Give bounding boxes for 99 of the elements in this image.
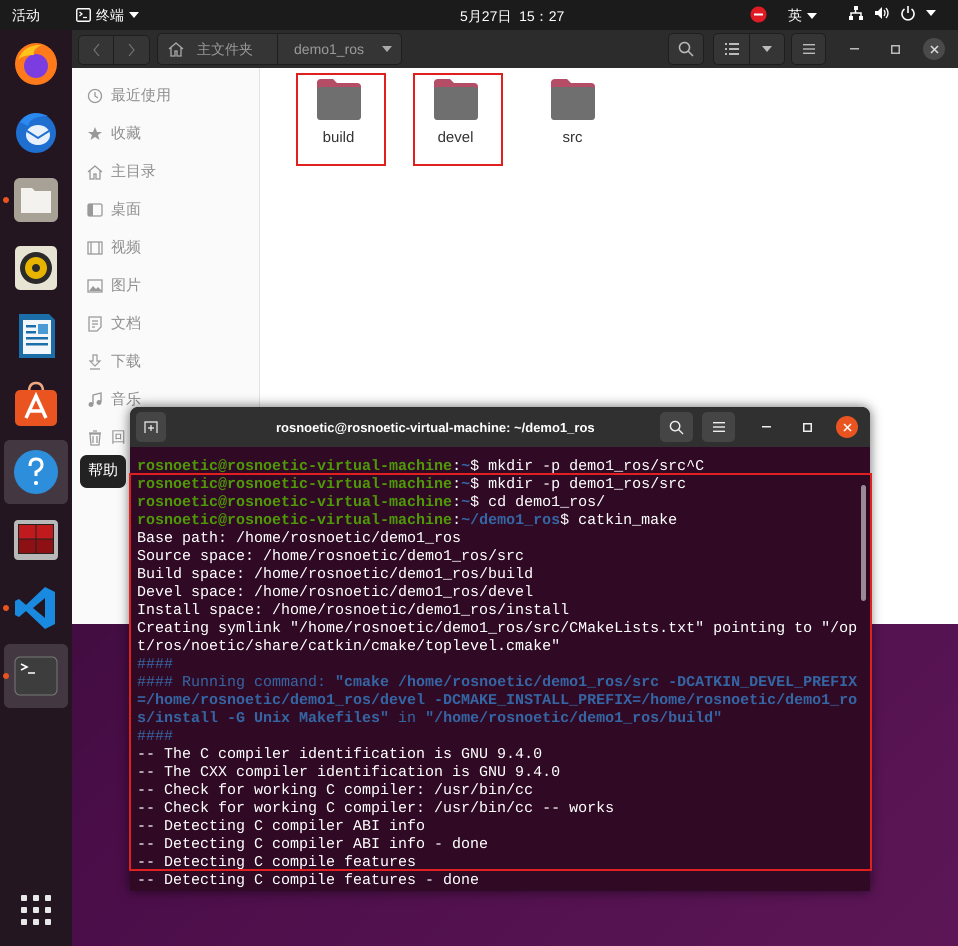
folder-item[interactable]: devel [432,77,480,150]
terminal-line: s/install -G Unix Makefiles" in "/home/rosnoetic/demo1_ros/build" [137,710,722,728]
network-icon [848,5,864,21]
sidebar-item[interactable]: 图片 [72,267,141,305]
path-home-button[interactable]: 主文件夹 [158,34,278,64]
maximize-icon [890,44,900,54]
activities-button[interactable]: 活动 [12,4,64,26]
sidebar-item[interactable]: 最近使用 [72,77,171,115]
browser-icon [12,40,60,88]
terminal-line: Creating symlink "/home/rosnoetic/demo1_ros/src/CMakeLists.txt" pointing to "/op [137,620,858,638]
shopping-bag-icon [12,380,60,428]
terminal-line: rosnoetic@rosnoetic-virtual-machine:~/demo1_ros$ catkin_make [137,512,678,530]
folder-item[interactable]: src [548,77,596,150]
terminal-line: Devel space: /home/rosnoetic/demo1_ros/devel [137,584,534,602]
close-button[interactable] [836,416,858,438]
system-menu[interactable] [848,5,936,21]
menu-icon [802,44,814,54]
list-icon [724,43,738,55]
minimize-icon [850,48,858,50]
caret-icon [926,10,936,16]
terminal-line: t/ros/noetic/share/catkin/cmake/toplevel.cmake" [137,638,560,656]
power-icon [900,5,916,21]
terminal-line: -- Detecting C compile features - done [137,872,480,890]
search-icon [678,41,694,57]
image-icon [87,278,103,294]
close-icon [842,422,852,432]
input-method-menu[interactable]: 英 [788,5,817,26]
sidebar-item[interactable]: 回 [72,419,126,457]
volume-icon [874,5,890,21]
terminal-line: =/home/rosnoetic/demo1_ros/devel -DCMAKE_INSTALL_PREFIX=/home/rosnoetic/demo1_ro [137,692,858,710]
terminal-line: #### [137,656,174,674]
sidebar-item[interactable]: 视频 [72,229,141,267]
clock[interactable]: 5月27日 15：27 [460,6,564,27]
search-button[interactable] [668,33,704,65]
sidebar-item[interactable]: 桌面 [72,191,141,229]
film-icon [87,240,103,256]
terminal-menu-button[interactable] [702,412,735,442]
sidebar-item[interactable]: 收藏 [72,115,141,153]
terminal-line: Install space: /home/rosnoetic/demo1_ros/install [137,602,570,620]
folder-icon [432,77,480,121]
new-tab-icon [144,420,158,434]
terminal-line: -- Check for working C compiler: /usr/bin/cc [137,782,534,800]
sidebar-item[interactable]: 文档 [72,305,141,343]
new-tab-button[interactable] [136,412,166,442]
folder-icon [314,77,362,121]
home-icon [168,41,184,57]
forward-icon [128,43,135,57]
sidebar-item[interactable]: 音乐 [72,381,141,419]
terminal-line: -- Detecting C compiler ABI info - done [137,836,488,854]
folder-icon [548,77,596,121]
home-icon [87,164,103,180]
close-icon [930,44,938,54]
terminal-line: -- Detecting C compile features [137,854,416,872]
caret-icon [807,12,817,18]
app-grid-icon [21,895,51,925]
minimize-icon [762,426,770,428]
terminal-line: -- The C compiler identification is GNU 9.4.0 [137,746,542,764]
terminal-icon [76,8,91,22]
scrollbar-thumb[interactable] [861,485,866,601]
search-icon [669,420,684,434]
back-icon [92,43,100,57]
download-icon [87,354,103,370]
terminal-line: rosnoetic@rosnoetic-virtual-machine:~$ mkdir -p demo1_ros/src [137,476,686,494]
terminal-line: #### Running command: "cmake /home/rosnoetic/demo1_ros/src -DCATKIN_DEVEL_PREFIX [137,674,858,692]
terminal-title: rosnoetic@rosnoetic-virtual-machine: ~/demo1_ros [276,419,595,437]
caret-icon [382,46,392,52]
help-icon [12,448,60,496]
do-not-disturb-icon[interactable] [750,6,767,23]
app-menu[interactable]: 终端 [76,4,139,26]
terminal-line: #### [137,728,174,746]
caret-icon [762,46,772,52]
terminal-line: Base path: /home/rosnoetic/demo1_ros [137,530,462,548]
document-icon [87,316,103,332]
desktop-icon [87,202,103,218]
menu-button[interactable] [791,33,826,65]
terminal-line: -- Detecting C compiler ABI info [137,818,426,836]
music-note-icon [87,392,103,408]
terminal-search-button[interactable] [660,412,693,442]
dock-item[interactable] [4,440,68,504]
speaker-icon [12,244,60,292]
path-current-button[interactable]: demo1_ros [278,34,392,64]
menu-icon [712,422,724,432]
terminal-line: -- Check for working C compiler: /usr/bin/cc -- works [137,800,614,818]
terminal-line: Source space: /home/rosnoetic/demo1_ros/src [137,548,524,566]
star-icon [87,126,103,142]
caret-icon [129,12,139,18]
tooltip: 帮助 [80,455,126,488]
sidebar-item[interactable]: 下载 [72,343,141,381]
terminal-line: rosnoetic@rosnoetic-virtual-machine:~$ cd demo1_ros/ [137,494,606,512]
clock-icon [87,88,103,104]
folder-icon [12,176,60,224]
maximize-icon [802,422,812,432]
terminal-line: -- The CXX compiler identification is GNU 9.4.0 [137,764,560,782]
trash-icon [87,430,103,446]
close-button[interactable] [923,38,945,60]
terminal-line: rosnoetic@rosnoetic-virtual-machine:~$ mkdir -p demo1_ros/src^C [137,458,704,476]
terminal-line: Build space: /home/rosnoetic/demo1_ros/build [137,566,534,584]
folder-item[interactable]: build [314,77,362,150]
sidebar-item[interactable]: 主目录 [72,153,156,191]
